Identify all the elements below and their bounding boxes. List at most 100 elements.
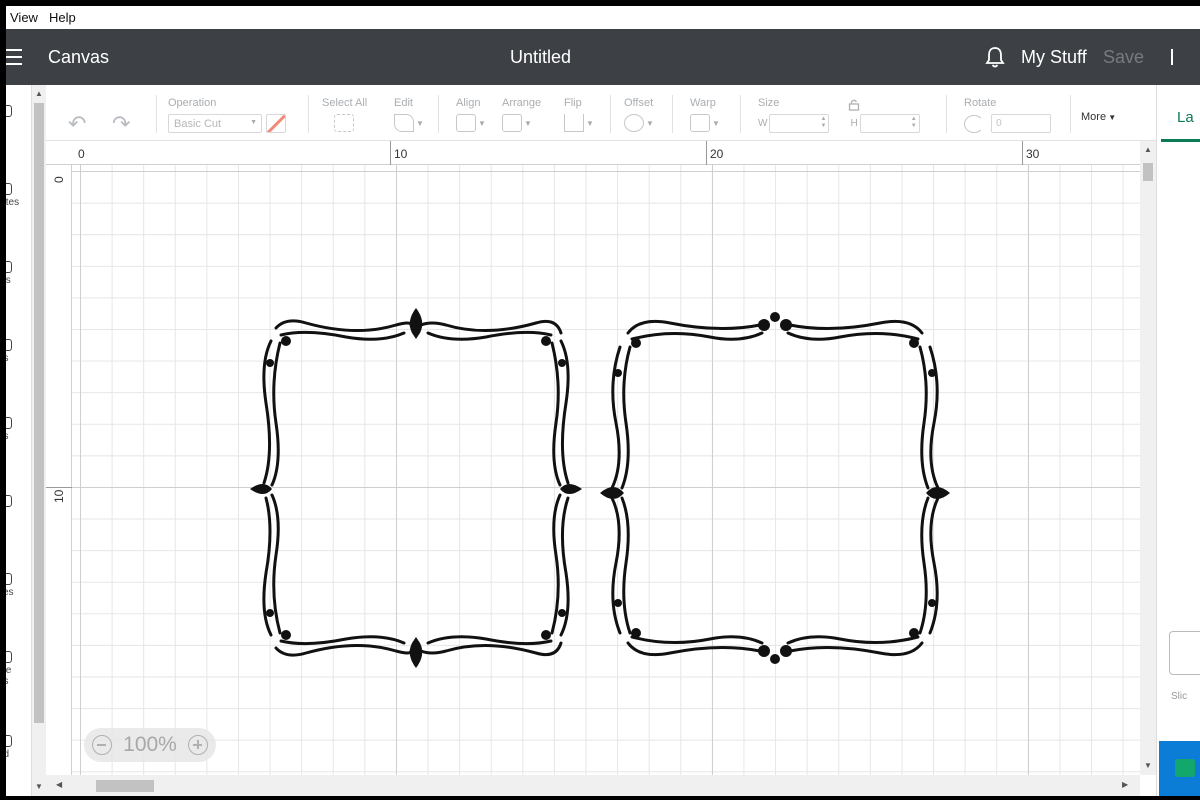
align-icon[interactable] (456, 114, 476, 132)
layers-panel: La Slic (1156, 85, 1200, 796)
select-all-icon[interactable] (334, 114, 354, 132)
select-all-group[interactable]: Select All (322, 97, 367, 132)
chevron-down-icon: ▼ (416, 118, 424, 128)
sidebar-item-editable-images[interactable]: ble es (6, 651, 31, 687)
offset-icon[interactable] (624, 114, 644, 132)
undo-icon[interactable]: ↶ (68, 111, 86, 137)
warp-group[interactable]: Warp ▼ (690, 97, 720, 132)
more-menu-button[interactable]: More ▼ (1081, 111, 1116, 123)
ornate-frame-right[interactable] (600, 303, 950, 673)
canvas-layer-swatch[interactable] (1169, 631, 1200, 675)
hamburger-menu-icon[interactable] (6, 49, 24, 65)
menu-help[interactable]: Help (45, 10, 83, 25)
width-spinner-icon[interactable]: ▲ ▼ (821, 116, 827, 130)
menu-view[interactable]: View (6, 10, 45, 25)
chevron-down-icon: ▼ (1106, 113, 1117, 122)
sidebar-item-shapes[interactable]: es (6, 417, 31, 442)
linetype-color-swatch[interactable] (266, 114, 286, 133)
sidebar-item-new[interactable]: w (6, 105, 31, 130)
slice-button[interactable]: Slic (1171, 691, 1187, 702)
rotate-group: Rotate 0 (964, 97, 1052, 133)
my-stuff-link[interactable]: My Stuff (1021, 47, 1087, 68)
new-icon (6, 105, 12, 117)
bell-icon[interactable] (984, 45, 1006, 69)
arrange-icon[interactable] (502, 114, 522, 132)
ruler-major-tick (1022, 141, 1023, 165)
toolbar-separator (946, 95, 947, 133)
ornate-frame-left[interactable] (246, 303, 586, 673)
sidebar-item-text[interactable]: t (6, 495, 31, 520)
toolbar-separator (740, 95, 741, 133)
design-canvas[interactable] (72, 165, 1140, 775)
toolbar-separator (308, 95, 309, 133)
editable-images-icon (6, 651, 12, 663)
height-input[interactable]: ▲ ▼ (859, 114, 920, 133)
horizontal-ruler: 0 10 20 30 (46, 141, 1140, 165)
sidebar-item-phrases[interactable]: ces (6, 573, 31, 598)
tab-layers[interactable]: La (1177, 109, 1194, 126)
width-label: W (758, 118, 768, 130)
rotate-label: Rotate (964, 97, 997, 109)
width-input[interactable]: ▲ ▼ (769, 114, 830, 133)
scroll-left-arrow-icon[interactable]: ◀ (56, 780, 62, 789)
shapes-icon (6, 417, 12, 429)
ruler-label: 0 (78, 147, 85, 161)
sidebar-item-upload[interactable]: ad (6, 735, 31, 760)
offset-group[interactable]: Offset ▼ (624, 97, 654, 132)
scroll-right-arrow-icon[interactable]: ▶ (1122, 780, 1128, 789)
zoom-in-icon[interactable] (188, 735, 208, 755)
scroll-up-arrow-icon[interactable]: ▲ (1144, 145, 1152, 154)
sidebar-scroll-thumb[interactable] (34, 103, 44, 723)
height-label: H (850, 118, 858, 130)
chevron-down-icon: ▼ (712, 118, 720, 128)
text-icon (6, 495, 12, 507)
zoom-control: 100% (84, 728, 216, 762)
sidebar-item-images[interactable]: es (6, 339, 31, 364)
size-label: Size (758, 97, 780, 109)
zoom-out-icon[interactable] (92, 735, 112, 755)
toolbar-separator (672, 95, 673, 133)
warp-label: Warp (690, 97, 716, 109)
flip-icon[interactable] (564, 114, 584, 132)
save-button[interactable]: Save (1103, 47, 1144, 68)
vertical-scroll-thumb[interactable] (1143, 163, 1153, 181)
app-title: Canvas (48, 47, 110, 67)
horizontal-scroll-thumb[interactable] (96, 780, 154, 792)
warp-icon[interactable] (690, 114, 710, 132)
images-icon (6, 339, 12, 351)
flip-group[interactable]: Flip ▼ (564, 97, 594, 132)
app-window: View Help Canvas Untitled My Stuff Save … (6, 6, 1200, 796)
scroll-down-arrow-icon[interactable]: ▼ (35, 782, 43, 791)
select-all-label: Select All (322, 97, 368, 109)
projects-icon (6, 261, 12, 273)
toolbar-separator (438, 95, 439, 133)
more-label: More (1081, 111, 1107, 123)
templates-icon (6, 183, 12, 195)
redo-icon[interactable]: ↷ (112, 111, 130, 137)
align-label: Align (456, 97, 481, 109)
lock-icon[interactable] (848, 99, 860, 111)
scroll-up-arrow-icon[interactable]: ▲ (35, 89, 43, 98)
scroll-down-arrow-icon[interactable]: ▼ (1144, 761, 1152, 770)
pencil-icon[interactable] (394, 114, 414, 132)
ruler-label: 20 (710, 147, 724, 161)
app-header: Canvas Untitled My Stuff Save (6, 29, 1200, 85)
size-group: Size W ▲ ▼ H ▲ ▼ (758, 97, 920, 133)
sidebar-item-projects[interactable]: cts (6, 261, 31, 286)
sidebar-scrollbar[interactable]: ▲ ▼ (32, 85, 46, 796)
align-group[interactable]: Align ▼ (456, 97, 486, 132)
rotate-input[interactable]: 0 (991, 114, 1052, 133)
chevron-down-icon: ▼ (524, 118, 532, 128)
operation-select[interactable]: Basic Cut (168, 114, 262, 133)
edit-group[interactable]: Edit ▼ (394, 97, 424, 132)
ruler-label: 30 (1026, 147, 1040, 161)
chevron-down-icon: ▼ (586, 118, 594, 128)
sidebar-item-templates[interactable]: lates (6, 183, 31, 208)
canvas-vertical-scrollbar[interactable]: ▲ ▼ (1140, 141, 1156, 775)
document-title[interactable]: Untitled (510, 47, 571, 68)
height-spinner-icon[interactable]: ▲ ▼ (911, 116, 917, 130)
make-it-button[interactable] (1159, 741, 1200, 796)
arrange-group[interactable]: Arrange ▼ (502, 97, 541, 132)
chat-icon[interactable] (1175, 759, 1195, 777)
canvas-horizontal-scrollbar[interactable]: ◀ ▶ (46, 775, 1140, 796)
